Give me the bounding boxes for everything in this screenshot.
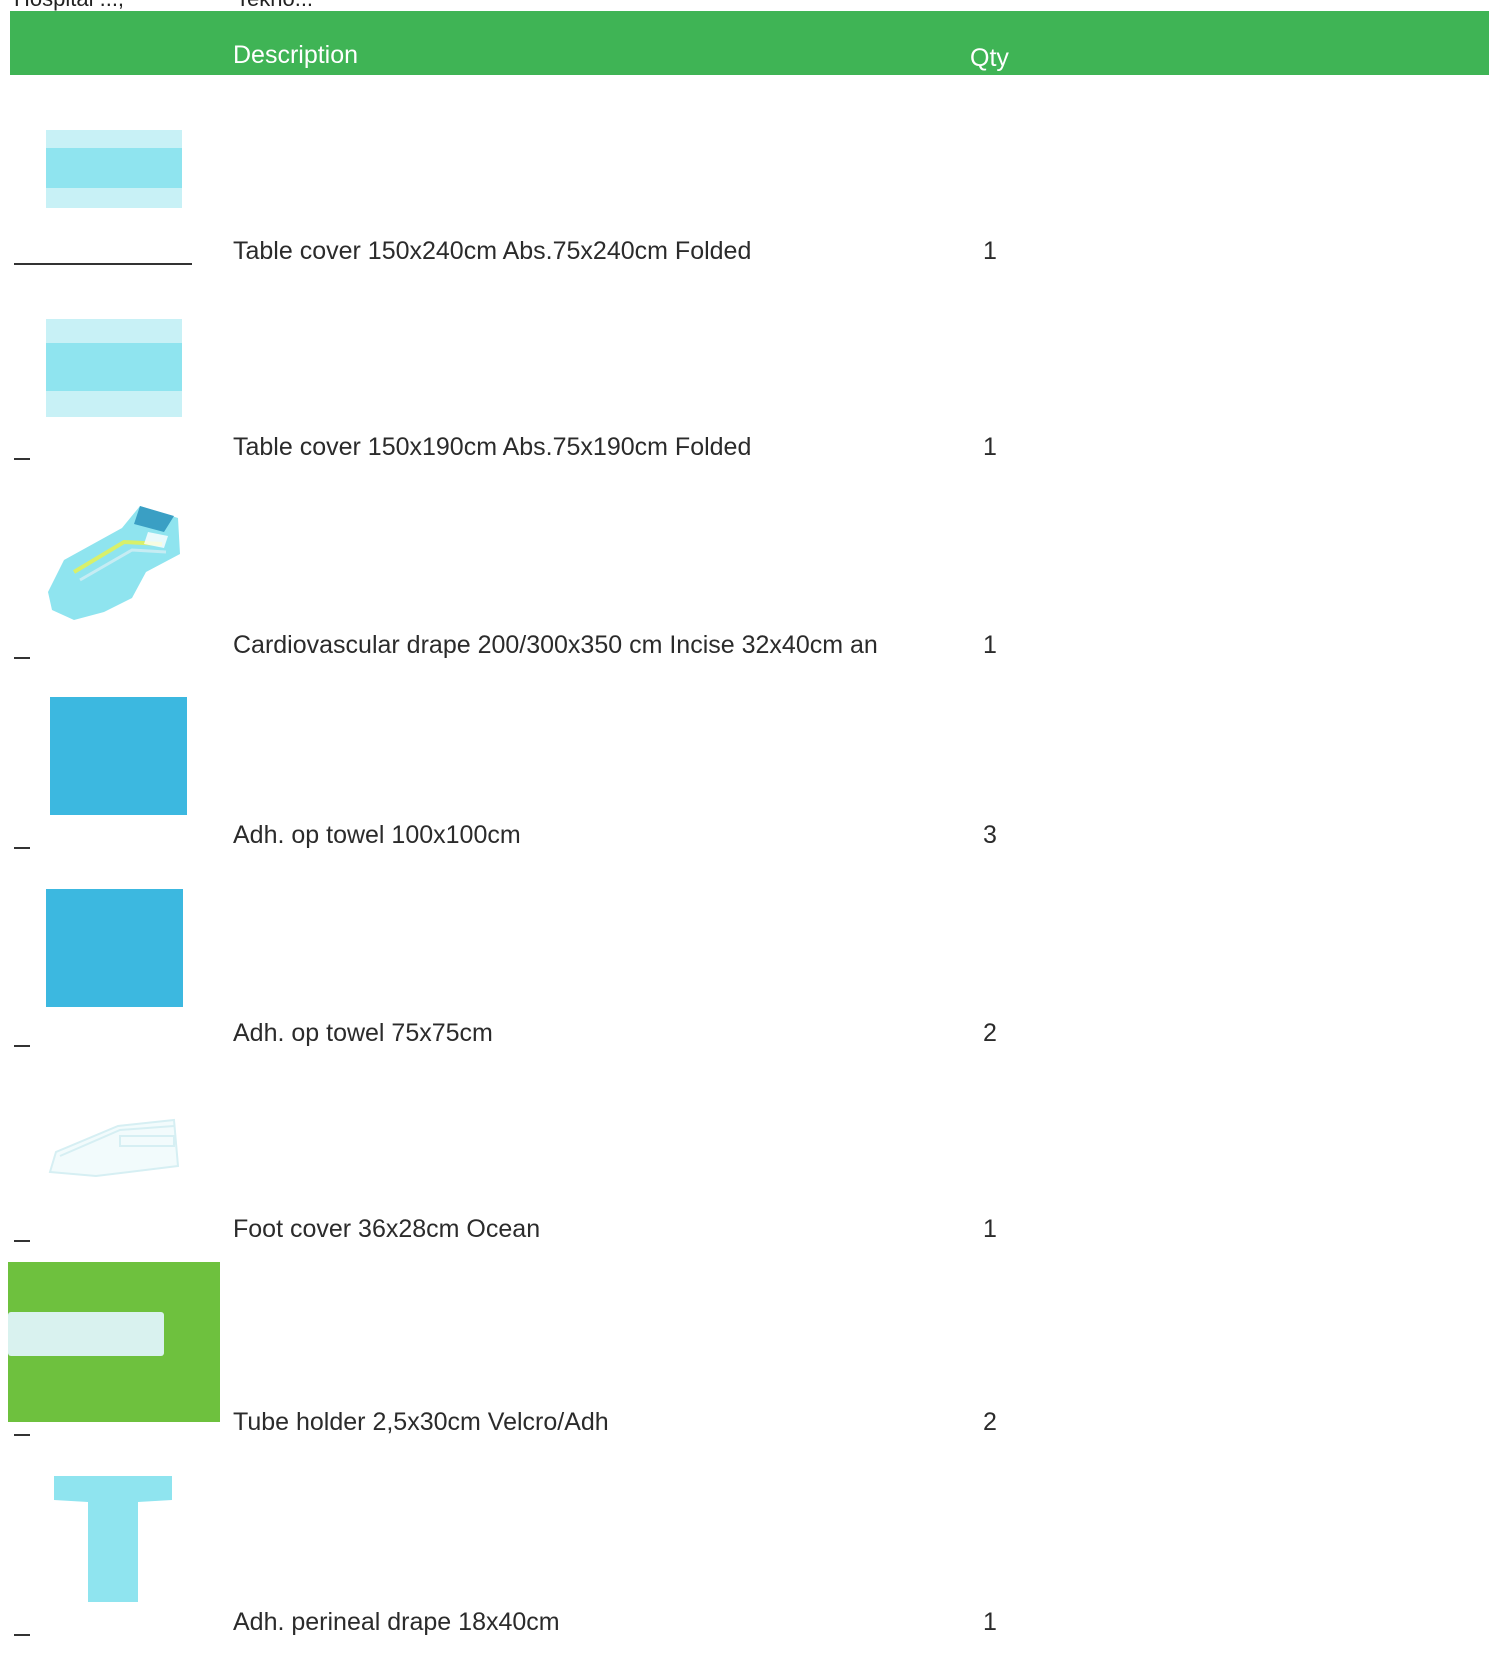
table-cover-icon — [46, 130, 182, 208]
op-towel-icon — [50, 697, 187, 815]
cardiovascular-drape-icon — [48, 506, 180, 620]
dash-mark — [14, 847, 30, 849]
item-description: Table cover 150x190cm Abs.75x190cm Folde… — [233, 433, 752, 461]
item-description: Adh. op towel 75x75cm — [233, 1019, 493, 1047]
item-qty: 1 — [983, 631, 997, 659]
table-row: Adh. op towel 100x100cm 3 — [0, 690, 1489, 880]
tube-holder-icon — [8, 1262, 220, 1422]
dash-mark — [14, 1434, 30, 1436]
item-description: Adh. perineal drape 18x40cm — [233, 1608, 560, 1636]
dash-mark — [14, 263, 192, 265]
table-header: Description Qty — [10, 11, 1489, 75]
item-qty: 1 — [983, 237, 997, 265]
item-description: Foot cover 36x28cm Ocean — [233, 1215, 541, 1243]
foot-cover-icon — [48, 1118, 180, 1178]
item-qty: 1 — [983, 1215, 997, 1243]
perineal-drape-icon — [54, 1476, 172, 1602]
cut-header-left: Hospital ..., — [14, 0, 124, 11]
dash-mark — [14, 657, 30, 659]
column-header-qty: Qty — [970, 44, 1009, 72]
item-description: Table cover 150x240cm Abs.75x240cm Folde… — [233, 237, 752, 265]
table-row: Table cover 150x240cm Abs.75x240cm Folde… — [0, 120, 1489, 310]
dash-mark — [14, 1634, 30, 1636]
item-qty: 1 — [983, 433, 997, 461]
item-description: Adh. op towel 100x100cm — [233, 821, 521, 849]
table-row: Table cover 150x190cm Abs.75x190cm Folde… — [0, 315, 1489, 505]
item-qty: 2 — [983, 1408, 997, 1436]
item-qty: 1 — [983, 1608, 997, 1636]
item-description: Tube holder 2,5x30cm Velcro/Adh — [233, 1408, 609, 1436]
dash-mark — [14, 1045, 30, 1047]
item-qty: 3 — [983, 821, 997, 849]
op-towel-icon — [46, 889, 183, 1007]
table-row: Tube holder 2,5x30cm Velcro/Adh 2 — [0, 1262, 1489, 1452]
column-header-description: Description — [233, 41, 359, 69]
item-description: Cardiovascular drape 200/300x350 cm Inci… — [233, 631, 878, 659]
table-row: Cardiovascular drape 200/300x350 cm Inci… — [0, 500, 1489, 690]
table-cover-icon — [46, 319, 182, 417]
table-row: Adh. op towel 75x75cm 2 — [0, 883, 1489, 1073]
item-qty: 2 — [983, 1019, 997, 1047]
dash-mark — [14, 1240, 30, 1242]
dash-mark — [14, 458, 30, 460]
